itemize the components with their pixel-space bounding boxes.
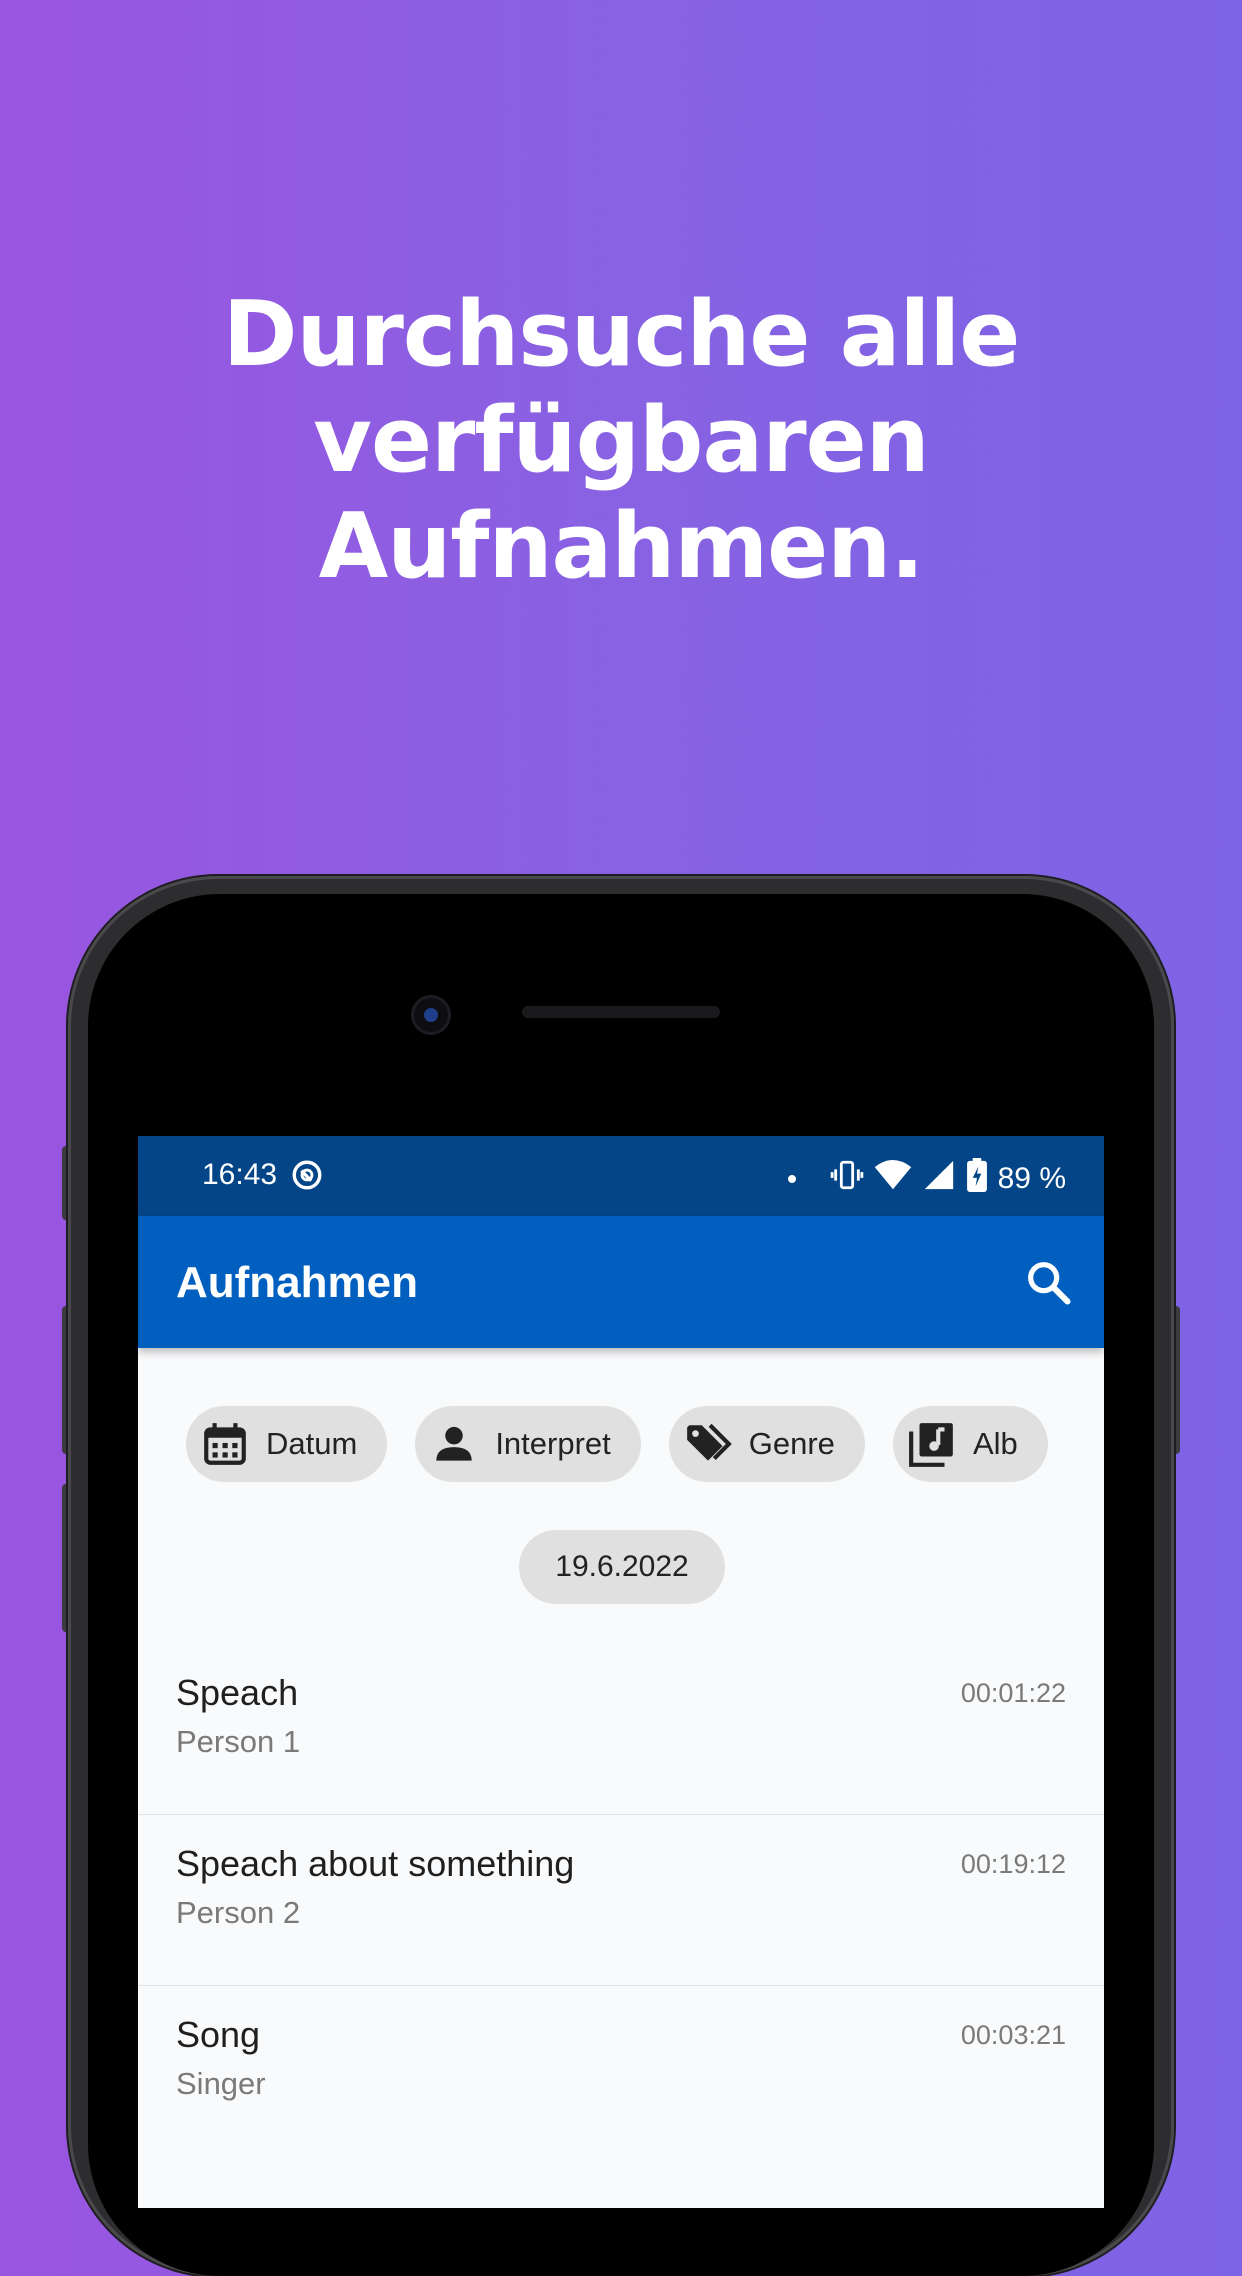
status-bar: 16:43 89 %: [138, 1136, 1104, 1216]
filter-chip-label: Interpret: [495, 1426, 611, 1461]
recording-duration: 00:19:12: [960, 1849, 1066, 1879]
status-time: 16:43: [202, 1158, 278, 1191]
album-icon: [909, 1423, 953, 1467]
recording-duration: 00:03:21: [960, 2020, 1066, 2050]
phone-screen: 16:43 89 % Aufnahmen Datum Interpret Gen…: [138, 1136, 1104, 2208]
recording-subtitle: Singer: [176, 2066, 266, 2101]
front-camera: [414, 998, 448, 1032]
page-title: Aufnahmen: [176, 1258, 418, 1307]
filter-chip-label: Genre: [748, 1426, 835, 1461]
signal-icon: [922, 1158, 956, 1200]
sync-icon: [290, 1158, 324, 1200]
recording-subtitle: Person 2: [176, 1895, 301, 1930]
filter-chip-genre[interactable]: Genre: [668, 1406, 865, 1482]
tag-icon: [686, 1423, 732, 1461]
recording-duration: 00:01:22: [960, 1678, 1066, 1708]
recording-subtitle: Person 1: [176, 1724, 301, 1759]
person-icon: [436, 1426, 473, 1461]
search-button[interactable]: [1022, 1256, 1074, 1308]
recordings-list: Speach Person 1 00:01:22 Speach about so…: [138, 1644, 1104, 2156]
vibrate-icon: [830, 1158, 864, 1200]
list-item[interactable]: Speach about something Person 2 00:19:12: [138, 1815, 1104, 1986]
date-group-chip: 19.6.2022: [519, 1530, 725, 1604]
headline: Durchsuche alle verfügbaren Aufnahmen.: [0, 282, 1242, 600]
headline-line-3: Aufnahmen.: [318, 494, 925, 599]
headline-line-1: Durchsuche alle: [222, 282, 1021, 387]
filter-chip-album[interactable]: Alb: [892, 1406, 1048, 1482]
filter-chip-label: Datum: [266, 1426, 358, 1461]
dot-icon: [787, 1175, 796, 1183]
recording-title: Speach about something: [176, 1843, 575, 1884]
search-icon: [1028, 1262, 1071, 1305]
status-icons: 89 %: [787, 1156, 1066, 1202]
headline-line-2: verfügbaren: [313, 388, 929, 493]
list-item[interactable]: Speach Person 1 00:01:22: [138, 1644, 1104, 1815]
calendar-icon: [204, 1423, 246, 1465]
wifi-icon: [874, 1156, 912, 1202]
filter-chips: Datum Interpret Genre Alb: [186, 1406, 1058, 1482]
recording-title: Song: [176, 2014, 261, 2055]
battery-charging-icon: [966, 1158, 988, 1200]
filter-chip-interpret[interactable]: Interpret: [415, 1406, 641, 1482]
filter-chip-label: Alb: [972, 1426, 1018, 1461]
list-item[interactable]: Song Singer 00:03:21: [138, 1986, 1104, 2156]
filter-chip-datum[interactable]: Datum: [186, 1406, 388, 1482]
recording-title: Speach: [176, 1672, 299, 1713]
battery-percent: 89 %: [997, 1162, 1066, 1195]
earpiece-speaker: [522, 1006, 720, 1018]
app-bar: Aufnahmen: [138, 1216, 1104, 1348]
